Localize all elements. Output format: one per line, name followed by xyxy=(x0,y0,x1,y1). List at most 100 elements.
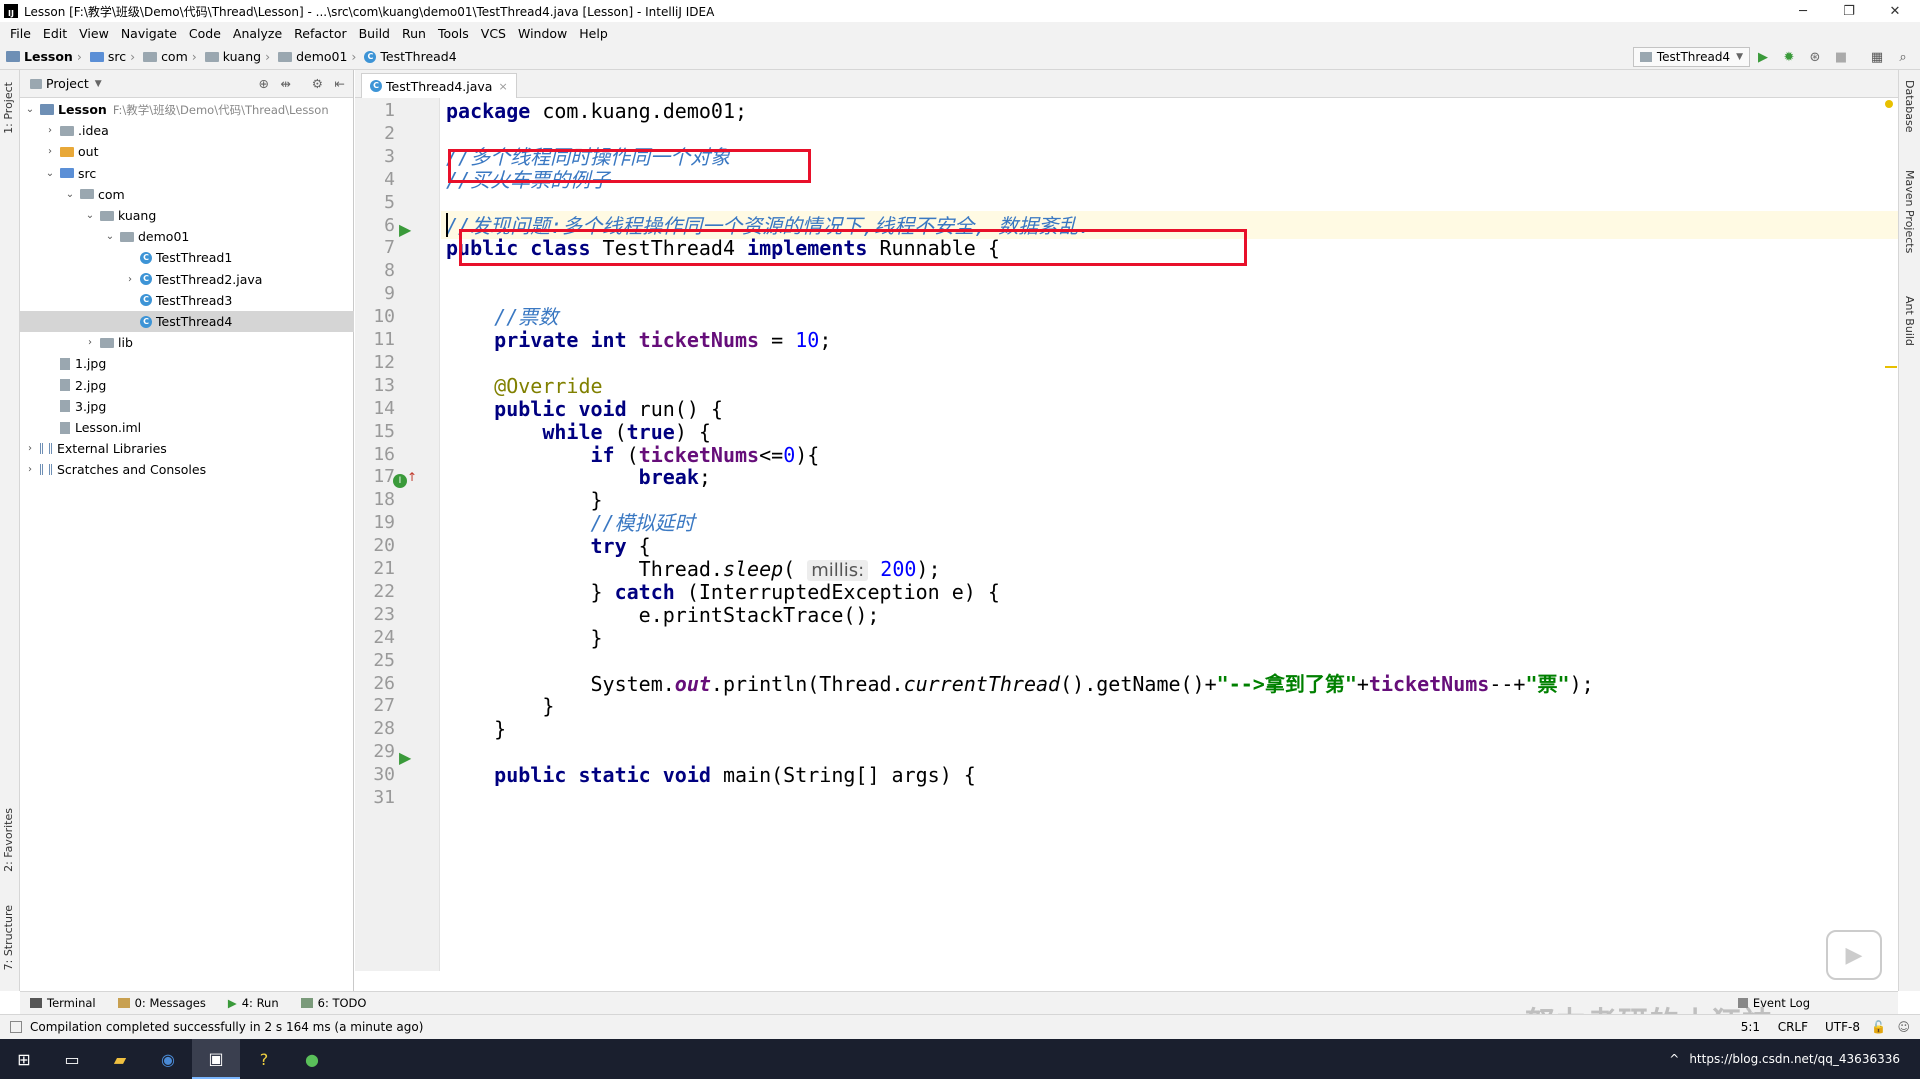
lock-icon[interactable]: 🔓 xyxy=(1871,1020,1886,1034)
toggle-panels-icon[interactable] xyxy=(10,1021,22,1033)
project-view-select[interactable]: Project xyxy=(46,76,89,91)
breadcrumb-kuang[interactable]: kuang › xyxy=(204,49,274,64)
line-number: 25 xyxy=(373,649,395,671)
structure-tool-tab[interactable]: 7: Structure xyxy=(2,905,15,970)
tree-item[interactable]: › External Libraries xyxy=(20,438,354,459)
run-configuration-select[interactable]: TestThread4 ▼ xyxy=(1632,47,1750,67)
menu-window[interactable]: Window xyxy=(512,26,573,41)
chevron-down-icon[interactable]: ⌄ xyxy=(24,104,36,115)
close-icon[interactable]: × xyxy=(498,80,507,93)
run-tab[interactable]: ▶ 4: Run xyxy=(228,996,279,1010)
tree-item[interactable]: ⌄ com xyxy=(20,184,354,205)
tree-item[interactable]: C TestThread1 xyxy=(20,247,354,268)
chevron-right-icon[interactable]: › xyxy=(84,337,96,348)
start-icon[interactable]: ⊞ xyxy=(0,1039,48,1079)
breadcrumb-testthread4[interactable]: C TestThread4 xyxy=(364,49,457,64)
tree-item[interactable]: C TestThread3 xyxy=(20,290,354,311)
code-editor[interactable]: package com.kuang.demo01;//多个线程同时操作同一个对象… xyxy=(441,98,1898,971)
ant-tool-tab[interactable]: Ant Build xyxy=(1903,296,1916,346)
gear-icon[interactable]: ⚙ xyxy=(312,76,323,91)
menu-code[interactable]: Code xyxy=(183,26,227,41)
menu-tools[interactable]: Tools xyxy=(432,26,475,41)
close-button[interactable]: ✕ xyxy=(1872,0,1918,22)
breadcrumb-com[interactable]: com › xyxy=(143,49,201,64)
chevron-up-icon[interactable]: ^ xyxy=(1669,1052,1679,1066)
line-separator[interactable]: CRLF xyxy=(1778,1020,1808,1034)
menu-navigate[interactable]: Navigate xyxy=(115,26,183,41)
menu-file[interactable]: File xyxy=(4,26,37,41)
menu-refactor[interactable]: Refactor xyxy=(288,26,352,41)
tree-item[interactable]: › C TestThread2.java xyxy=(20,269,354,290)
menu-build[interactable]: Build xyxy=(353,26,396,41)
tree-item[interactable]: 2.jpg xyxy=(20,375,354,396)
menu-vcs[interactable]: VCS xyxy=(475,26,512,41)
todo-tab[interactable]: 6: TODO xyxy=(300,996,366,1010)
tree-item[interactable]: › .idea xyxy=(20,120,354,141)
chevron-right-icon[interactable]: › xyxy=(44,146,56,157)
chevron-right-icon[interactable]: › xyxy=(24,443,36,454)
tree-item[interactable]: C TestThread4 xyxy=(20,311,354,332)
tree-item[interactable]: ⌄ kuang xyxy=(20,205,354,226)
line-number: 26 xyxy=(373,672,395,694)
project-tool-tab[interactable]: 1: Project xyxy=(2,82,15,134)
project-structure-icon[interactable]: ▦ xyxy=(1868,48,1886,66)
caret-position[interactable]: 5:1 xyxy=(1741,1020,1760,1034)
tree-item[interactable]: › out xyxy=(20,141,354,162)
stop-icon[interactable]: ■ xyxy=(1832,48,1850,66)
inspector-icon[interactable]: ☺ xyxy=(1897,1020,1910,1034)
terminal-tab[interactable]: Terminal xyxy=(30,996,96,1010)
menu-help[interactable]: Help xyxy=(573,26,614,41)
tree-item-label: External Libraries xyxy=(57,441,167,457)
chevron-down-icon[interactable]: ⌄ xyxy=(64,189,76,200)
task-view-icon[interactable]: ▭ xyxy=(48,1039,96,1079)
breadcrumb-lesson[interactable]: Lesson › xyxy=(6,49,86,64)
run-main-icon[interactable]: ▶ xyxy=(399,748,411,767)
chevron-down-icon[interactable]: ⌄ xyxy=(84,210,96,221)
chevron-right-icon[interactable]: › xyxy=(24,464,36,475)
chevron-down-icon[interactable]: ⌄ xyxy=(104,231,116,242)
app-green-icon[interactable]: ● xyxy=(288,1039,336,1079)
implements-method-icon[interactable]: I xyxy=(393,474,407,488)
tree-item[interactable]: ⌄ Lesson F:\教学\班级\Demo\代码\Thread\Lesson xyxy=(20,99,354,120)
tree-item[interactable]: Lesson.iml xyxy=(20,417,354,438)
menu-run[interactable]: Run xyxy=(396,26,432,41)
menu-edit[interactable]: Edit xyxy=(37,26,73,41)
chevron-right-icon[interactable]: › xyxy=(124,274,136,285)
chevron-right-icon[interactable]: › xyxy=(44,125,56,136)
menu-analyze[interactable]: Analyze xyxy=(227,26,288,41)
maven-tool-tab[interactable]: Maven Projects xyxy=(1903,170,1916,253)
collapse-icon[interactable]: ⇹ xyxy=(281,76,291,91)
hide-icon[interactable]: ⇤ xyxy=(335,76,345,91)
help-app-icon[interactable]: ? xyxy=(240,1039,288,1079)
chevron-down-icon[interactable]: ▼ xyxy=(95,79,102,89)
coverage-icon[interactable]: ⊛ xyxy=(1806,48,1824,66)
locate-icon[interactable]: ⊕ xyxy=(259,76,269,91)
chevron-down-icon[interactable]: ⌄ xyxy=(44,168,56,179)
browser-icon[interactable]: ◉ xyxy=(144,1039,192,1079)
tree-item[interactable]: › Scratches and Consoles xyxy=(20,459,354,480)
tree-item[interactable]: 3.jpg xyxy=(20,396,354,417)
menu-view[interactable]: View xyxy=(73,26,115,41)
favorites-tool-tab[interactable]: 2: Favorites xyxy=(2,808,15,872)
video-play-icon[interactable]: ▶ xyxy=(1826,930,1882,980)
breadcrumb-src[interactable]: src › xyxy=(89,49,139,64)
restore-button[interactable]: ❐ xyxy=(1826,0,1872,22)
tree-item[interactable]: ⌄ src xyxy=(20,163,354,184)
tree-item[interactable]: › lib xyxy=(20,332,354,353)
tree-item[interactable]: 1.jpg xyxy=(20,353,354,374)
tree-item[interactable]: ⌄ demo01 xyxy=(20,226,354,247)
intellij-taskbar-icon[interactable]: ▣ xyxy=(192,1039,240,1079)
run-class-icon[interactable]: ▶ xyxy=(399,220,411,239)
messages-tab[interactable]: 0: Messages xyxy=(117,996,206,1010)
editor-tab-testthread4[interactable]: C TestThread4.java × xyxy=(361,73,517,98)
run-icon[interactable]: ▶ xyxy=(1754,48,1772,66)
file-explorer-icon[interactable]: ▰ xyxy=(96,1039,144,1079)
file-encoding[interactable]: UTF-8 xyxy=(1825,1020,1860,1034)
debug-icon[interactable]: ✹ xyxy=(1780,48,1798,66)
database-tool-tab[interactable]: Database xyxy=(1903,80,1916,133)
warning-marker[interactable] xyxy=(1885,366,1897,368)
breadcrumb-demo01[interactable]: demo01 › xyxy=(278,49,360,64)
inspection-indicator-icon[interactable] xyxy=(1885,100,1893,108)
minimize-button[interactable]: ─ xyxy=(1780,0,1826,22)
search-icon[interactable]: ⌕ xyxy=(1894,48,1912,66)
